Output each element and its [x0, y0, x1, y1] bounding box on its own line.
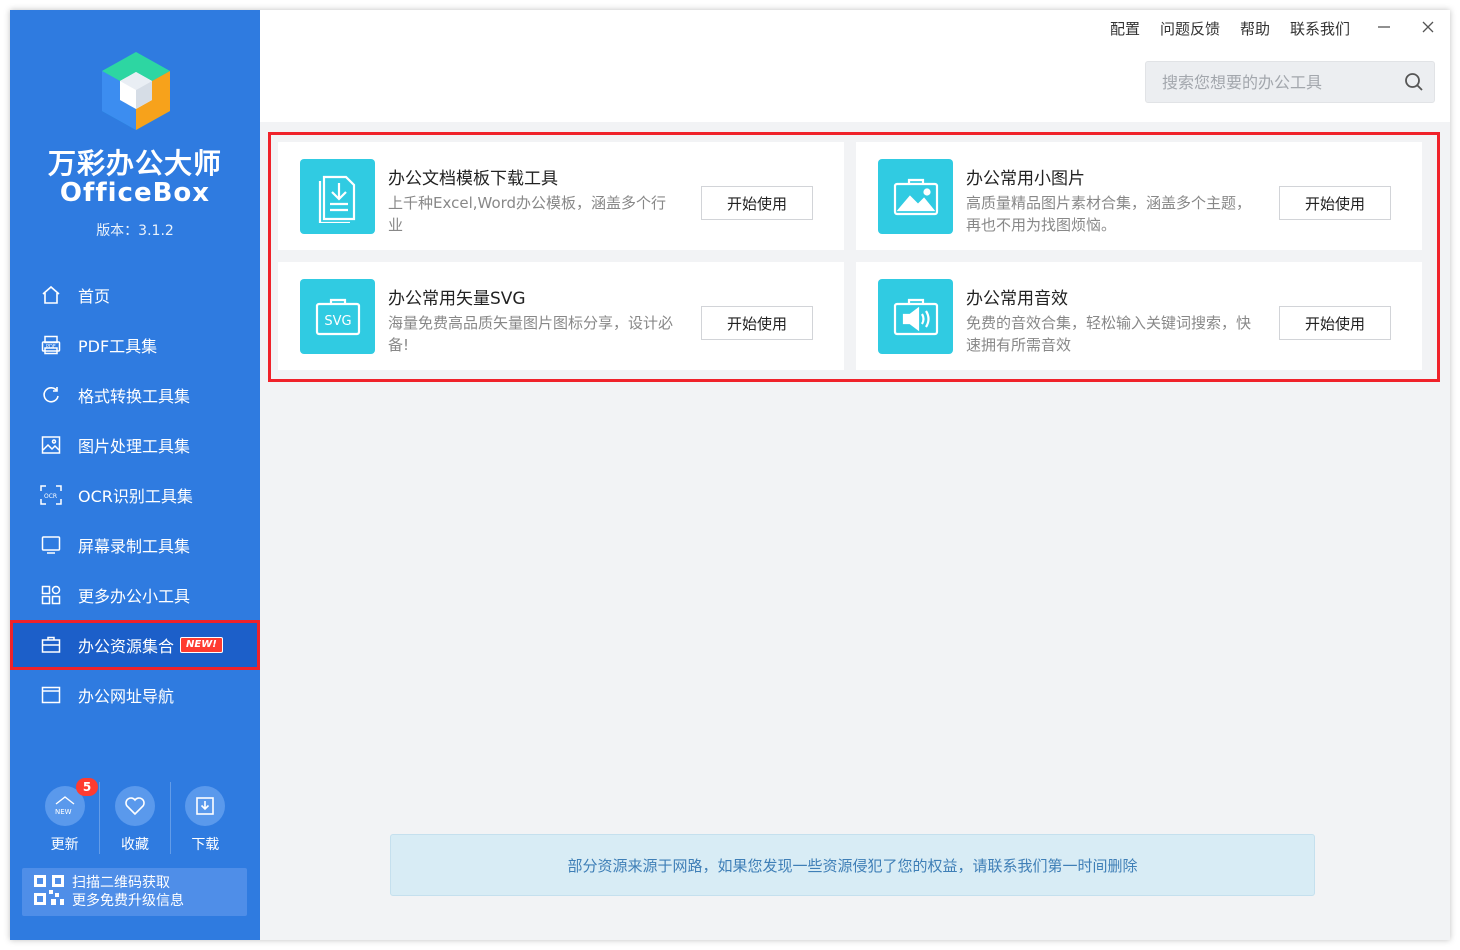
sidebar-item-resources[interactable]: 办公资源集合 NEW!: [10, 620, 260, 670]
sidebar: 万彩办公大师 OfficeBox 版本：3.1.2 首页 PDF PDF工具集 …: [10, 10, 260, 940]
sidebar-item-label: 办公网址导航: [78, 687, 175, 706]
favorite-button[interactable]: 收藏: [100, 782, 171, 854]
search-box: [1145, 61, 1435, 103]
sidebar-item-label: 格式转换工具集: [78, 387, 191, 406]
sidebar-item-image[interactable]: 图片处理工具集: [10, 420, 260, 470]
version-label: 版本：3.1.2: [96, 223, 174, 239]
card-desc: 免费的音效合集，轻松输入关键词搜索，快速拥有所需音效: [966, 314, 1252, 354]
minimize-icon[interactable]: [1374, 18, 1394, 39]
resource-card-doc-templates: 办公文档模板下载工具 上千种Excel,Word办公模板，涵盖多个行业 开始使用: [278, 142, 844, 250]
card-desc: 高质量精品图片素材合集，涵盖多个主题，再也不用为找图烦恼。: [966, 194, 1252, 234]
svg-icon: SVG: [300, 279, 375, 354]
sidebar-item-web-nav[interactable]: 办公网址导航: [10, 670, 260, 720]
close-icon[interactable]: [1418, 18, 1438, 39]
speaker-icon: [878, 279, 953, 354]
menu-feedback[interactable]: 问题反馈: [1160, 18, 1220, 39]
top-bar: 配置 问题反馈 帮助 联系我们: [260, 10, 1450, 122]
new-badge: NEW!: [180, 637, 223, 653]
more-tools-icon: [40, 584, 62, 606]
download-icon: [185, 786, 226, 826]
sidebar-bottom-actions: NEW 5 更新 收藏 下载: [30, 778, 240, 854]
svg-text:OCR: OCR: [44, 493, 57, 500]
sidebar-item-convert[interactable]: 格式转换工具集: [10, 370, 260, 420]
card-title: 办公常用音效: [966, 289, 1068, 309]
resource-card-sound: 办公常用音效 免费的音效合集，轻松输入关键词搜索，快速拥有所需音效 开始使用: [856, 262, 1422, 370]
sidebar-nav: 首页 PDF PDF工具集 格式转换工具集 图片处理工具集 OCR OCR识别工…: [10, 270, 260, 720]
download-label: 下载: [191, 837, 220, 853]
screen-record-icon: [40, 534, 62, 556]
search-input[interactable]: [1146, 72, 1396, 92]
qr-code-icon: [34, 875, 64, 909]
brand-name-cn: 万彩办公大师: [47, 147, 222, 180]
app-logo: [100, 50, 172, 132]
card-title: 办公文档模板下载工具: [388, 169, 558, 189]
card-desc: 上千种Excel,Word办公模板，涵盖多个行业: [388, 194, 667, 234]
app-window: 万彩办公大师 OfficeBox 版本：3.1.2 首页 PDF PDF工具集 …: [10, 10, 1450, 940]
sidebar-item-label: 办公资源集合: [78, 637, 175, 656]
svg-icon-text: SVG: [324, 314, 351, 329]
start-button[interactable]: 开始使用: [701, 306, 813, 340]
update-icon-text: NEW: [55, 808, 72, 816]
start-button[interactable]: 开始使用: [701, 186, 813, 220]
sidebar-item-label: 更多办公小工具: [78, 587, 191, 606]
sidebar-item-label: 屏幕录制工具集: [78, 537, 191, 556]
heart-icon: [114, 786, 155, 826]
svg-text:PDF: PDF: [46, 344, 56, 350]
sidebar-item-pdf[interactable]: PDF PDF工具集: [10, 320, 260, 370]
download-button[interactable]: 下载: [171, 782, 240, 854]
home-icon: [40, 284, 62, 306]
pdf-icon: PDF: [40, 334, 62, 356]
menu-settings[interactable]: 配置: [1110, 18, 1140, 39]
update-label: 更新: [50, 837, 79, 853]
resource-card-pictures: 办公常用小图片 高质量精品图片素材合集，涵盖多个主题，再也不用为找图烦恼。 开始…: [856, 142, 1422, 250]
search-icon[interactable]: [1404, 72, 1424, 92]
sidebar-item-home[interactable]: 首页: [10, 270, 260, 320]
qr-text-line2: 更多免费升级信息: [72, 893, 184, 909]
qr-text: 扫描二维码获取 更多免费升级信息: [72, 874, 184, 910]
qr-promo[interactable]: 扫描二维码获取 更多免费升级信息: [22, 868, 247, 916]
top-menu: 配置 问题反馈 帮助 联系我们: [1090, 18, 1438, 39]
sidebar-item-screen-record[interactable]: 屏幕录制工具集: [10, 520, 260, 570]
sidebar-item-label: 首页: [78, 287, 111, 306]
sidebar-item-label: OCR识别工具集: [78, 487, 193, 506]
sidebar-item-more-tools[interactable]: 更多办公小工具: [10, 570, 260, 620]
favorite-label: 收藏: [120, 837, 149, 853]
update-button[interactable]: NEW 5 更新: [30, 778, 101, 854]
copyright-notice: 部分资源来源于网路，如果您发现一些资源侵犯了您的权益，请联系我们第一时间删除: [390, 834, 1315, 896]
brand-name-en: OfficeBox: [59, 178, 211, 208]
ocr-icon: OCR: [40, 484, 62, 506]
card-title: 办公常用矢量SVG: [388, 289, 526, 309]
briefcase-icon: [40, 634, 62, 656]
convert-icon: [40, 384, 62, 406]
picture-icon: [878, 159, 953, 234]
sidebar-item-ocr[interactable]: OCR OCR识别工具集: [10, 470, 260, 520]
menu-contact[interactable]: 联系我们: [1290, 18, 1350, 39]
browser-icon: [40, 684, 62, 706]
menu-help[interactable]: 帮助: [1240, 18, 1270, 39]
sidebar-item-label: PDF工具集: [78, 337, 158, 356]
sidebar-item-label: 图片处理工具集: [78, 437, 191, 456]
qr-text-line1: 扫描二维码获取: [72, 875, 170, 891]
document-download-icon: [300, 159, 375, 234]
card-desc: 海量免费高品质矢量图片图标分享，设计必备!: [388, 314, 674, 354]
resource-card-svg: SVG 办公常用矢量SVG 海量免费高品质矢量图片图标分享，设计必备! 开始使用: [278, 262, 844, 370]
start-button[interactable]: 开始使用: [1279, 186, 1391, 220]
update-count-badge: 5: [76, 778, 98, 796]
image-icon: [40, 434, 62, 456]
start-button[interactable]: 开始使用: [1279, 306, 1391, 340]
card-title: 办公常用小图片: [966, 169, 1085, 189]
